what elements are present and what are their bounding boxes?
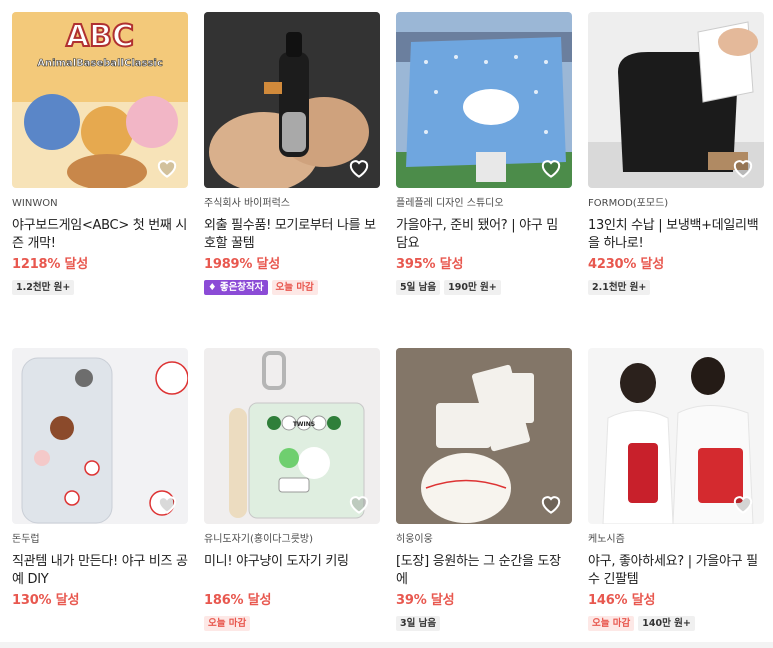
achievement-rate: 39% 달성 [396,593,455,608]
project-title[interactable]: 야구보드게임<ABC> 첫 번째 시즌 개막! [12,217,188,253]
project-title[interactable]: 가을야구, 준비 됐어? | 야구 밈 담요 [396,217,572,253]
creator-name[interactable]: 플레플레 디자인 스튜디오 [396,197,572,211]
heart-outline-icon[interactable] [540,494,562,514]
days-left-badge: 3일 남음 [396,616,441,631]
project-card[interactable]: 돈두럽 직관템 내가 만든다! 야구 비즈 공예 DIY 130% 달성 [12,348,188,638]
creator-name[interactable]: 주식회사 바이퍼럭스 [204,197,380,211]
art-logo-abc: ABC [66,19,134,54]
badge-row: 5일 남음 190만 원+ [396,280,572,295]
project-thumbnail[interactable]: TWINS [204,348,380,524]
days-left-badge: 5일 남음 [396,280,441,295]
achievement-rate: 1218% 달성 [12,257,89,272]
badge-row: ♦ 좋은창작자 오늘 마감 [204,280,380,295]
project-card[interactable]: 히웅이웅 [도장] 응원하는 그 순간을 도장에 39% 달성 3일 남음 [396,348,572,638]
section-divider [0,642,773,648]
funding-amount-badge: 140만 원+ [638,616,695,631]
funding-amount-badge: 2.1천만 원+ [588,280,651,295]
project-title[interactable]: 외출 필수품! 모기로부터 나를 보호할 꿀템 [204,217,380,253]
funding-amount-badge: 1.2천만 원+ [12,280,75,295]
achievement-rate: 395% 달성 [396,257,464,272]
badge-row: 3일 남음 [396,616,572,631]
funding-amount-badge: 190만 원+ [444,280,501,295]
deadline-badge: 오늘 마감 [271,280,318,295]
heart-outline-icon[interactable] [156,494,178,514]
heart-outline-icon[interactable] [732,494,754,514]
project-grid: ABC AnimalBaseballClassic WINWON 야구보드게임<… [12,12,772,638]
project-card[interactable]: FORMOD(포모드) 13인치 수납 | 보냉백+데일리백을 하나로! 423… [588,12,764,332]
badge-row: 오늘 마감 140만 원+ [588,616,764,631]
achievement-rate: 130% 달성 [12,593,80,608]
badge-row: 오늘 마감 [204,616,380,631]
achievement-rate: 1989% 달성 [204,257,281,272]
creator-name[interactable]: WINWON [12,197,188,211]
project-thumbnail[interactable] [396,12,572,188]
creator-name[interactable]: 케노시즘 [588,533,764,547]
project-title[interactable]: 미니! 야구냥이 도자기 키링 [204,553,380,589]
achievement-rate: 186% 달성 [204,593,272,608]
deadline-badge: 오늘 마감 [204,616,251,631]
project-thumbnail[interactable] [396,348,572,524]
achievement-rate: 146% 달성 [588,593,656,608]
art-logo-subtitle: AnimalBaseballClassic [37,58,163,69]
badge-row: 2.1천만 원+ [588,280,764,295]
heart-outline-icon[interactable] [348,494,370,514]
deadline-badge: 오늘 마감 [588,616,635,631]
creator-name[interactable]: 유니도자기(홍이다그릇방) [204,533,380,547]
project-thumbnail[interactable] [204,12,380,188]
art-twins-text: TWINS [293,421,315,428]
project-title[interactable]: [도장] 응원하는 그 순간을 도장에 [396,553,572,589]
heart-outline-icon[interactable] [732,158,754,178]
project-title[interactable]: 직관템 내가 만든다! 야구 비즈 공예 DIY [12,553,188,589]
project-card[interactable]: ABC AnimalBaseballClassic WINWON 야구보드게임<… [12,12,188,332]
project-card[interactable]: 케노시즘 야구, 좋아하세요? | 가을야구 필수 긴팔템 146% 달성 오늘… [588,348,764,638]
project-card[interactable]: TWINS 유니도자기(홍이다그릇방) 미니! 야구냥이 도자기 키링 186%… [204,348,380,638]
good-creator-badge: ♦ 좋은창작자 [204,280,268,295]
achievement-rate: 4230% 달성 [588,257,665,272]
project-thumbnail[interactable] [588,12,764,188]
creator-name[interactable]: 히웅이웅 [396,533,572,547]
project-thumbnail[interactable] [12,348,188,524]
project-card[interactable]: 주식회사 바이퍼럭스 외출 필수품! 모기로부터 나를 보호할 꿀템 1989%… [204,12,380,332]
project-title[interactable]: 야구, 좋아하세요? | 가을야구 필수 긴팔템 [588,553,764,589]
project-thumbnail[interactable] [588,348,764,524]
heart-outline-icon[interactable] [540,158,562,178]
project-title[interactable]: 13인치 수납 | 보냉백+데일리백을 하나로! [588,217,764,253]
heart-outline-icon[interactable] [156,158,178,178]
project-thumbnail[interactable]: ABC AnimalBaseballClassic [12,12,188,188]
heart-outline-icon[interactable] [348,158,370,178]
badge-row: 1.2천만 원+ [12,280,188,295]
project-card[interactable]: 플레플레 디자인 스튜디오 가을야구, 준비 됐어? | 야구 밈 담요 395… [396,12,572,332]
creator-name[interactable]: 돈두럽 [12,533,188,547]
creator-name[interactable]: FORMOD(포모드) [588,197,764,211]
